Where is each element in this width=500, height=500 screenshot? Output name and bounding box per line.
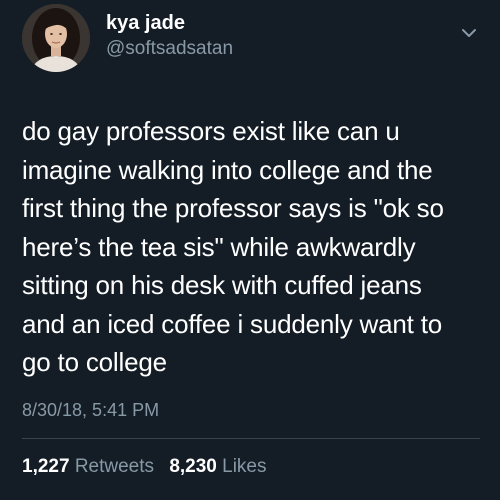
retweets-stat[interactable]: 1,227 Retweets <box>22 456 159 477</box>
tweet-text-line: imagine walking into college and the <box>22 154 433 185</box>
chevron-down-icon[interactable] <box>458 22 480 44</box>
likes-label: Likes <box>222 456 267 477</box>
tweet-text-line: and an iced coffee i suddenly want to <box>22 308 442 339</box>
tweet-timestamp[interactable]: 8/30/18, 5:41 PM <box>22 400 159 421</box>
tweet-text: do gay professors exist like can u imagi… <box>22 112 482 382</box>
tweet-card: kya jade @softsadsatan do gay professors… <box>0 0 500 500</box>
tweet-stats: 1,227 Retweets 8,230 Likes <box>22 456 267 478</box>
retweets-count: 1,227 <box>22 456 70 477</box>
divider <box>22 438 480 439</box>
tweet-text-line: do gay professors exist like can u <box>22 116 400 146</box>
retweets-label: Retweets <box>74 456 155 477</box>
tweet-text-line: here’s the tea sis" while awkwardly <box>22 231 416 262</box>
likes-count: 8,230 <box>169 456 217 477</box>
tweet-text-line: first thing the professor says is "ok so <box>22 193 444 223</box>
user-handle[interactable]: @softsadsatan <box>106 38 233 60</box>
likes-stat[interactable]: 8,230 Likes <box>169 456 266 477</box>
profile-photo <box>22 4 90 72</box>
tweet-text-line: go to college <box>22 347 167 377</box>
avatar[interactable] <box>22 4 90 72</box>
display-name[interactable]: kya jade <box>106 12 185 35</box>
tweet-text-line: sitting on his desk with cuffed jeans <box>22 270 422 300</box>
